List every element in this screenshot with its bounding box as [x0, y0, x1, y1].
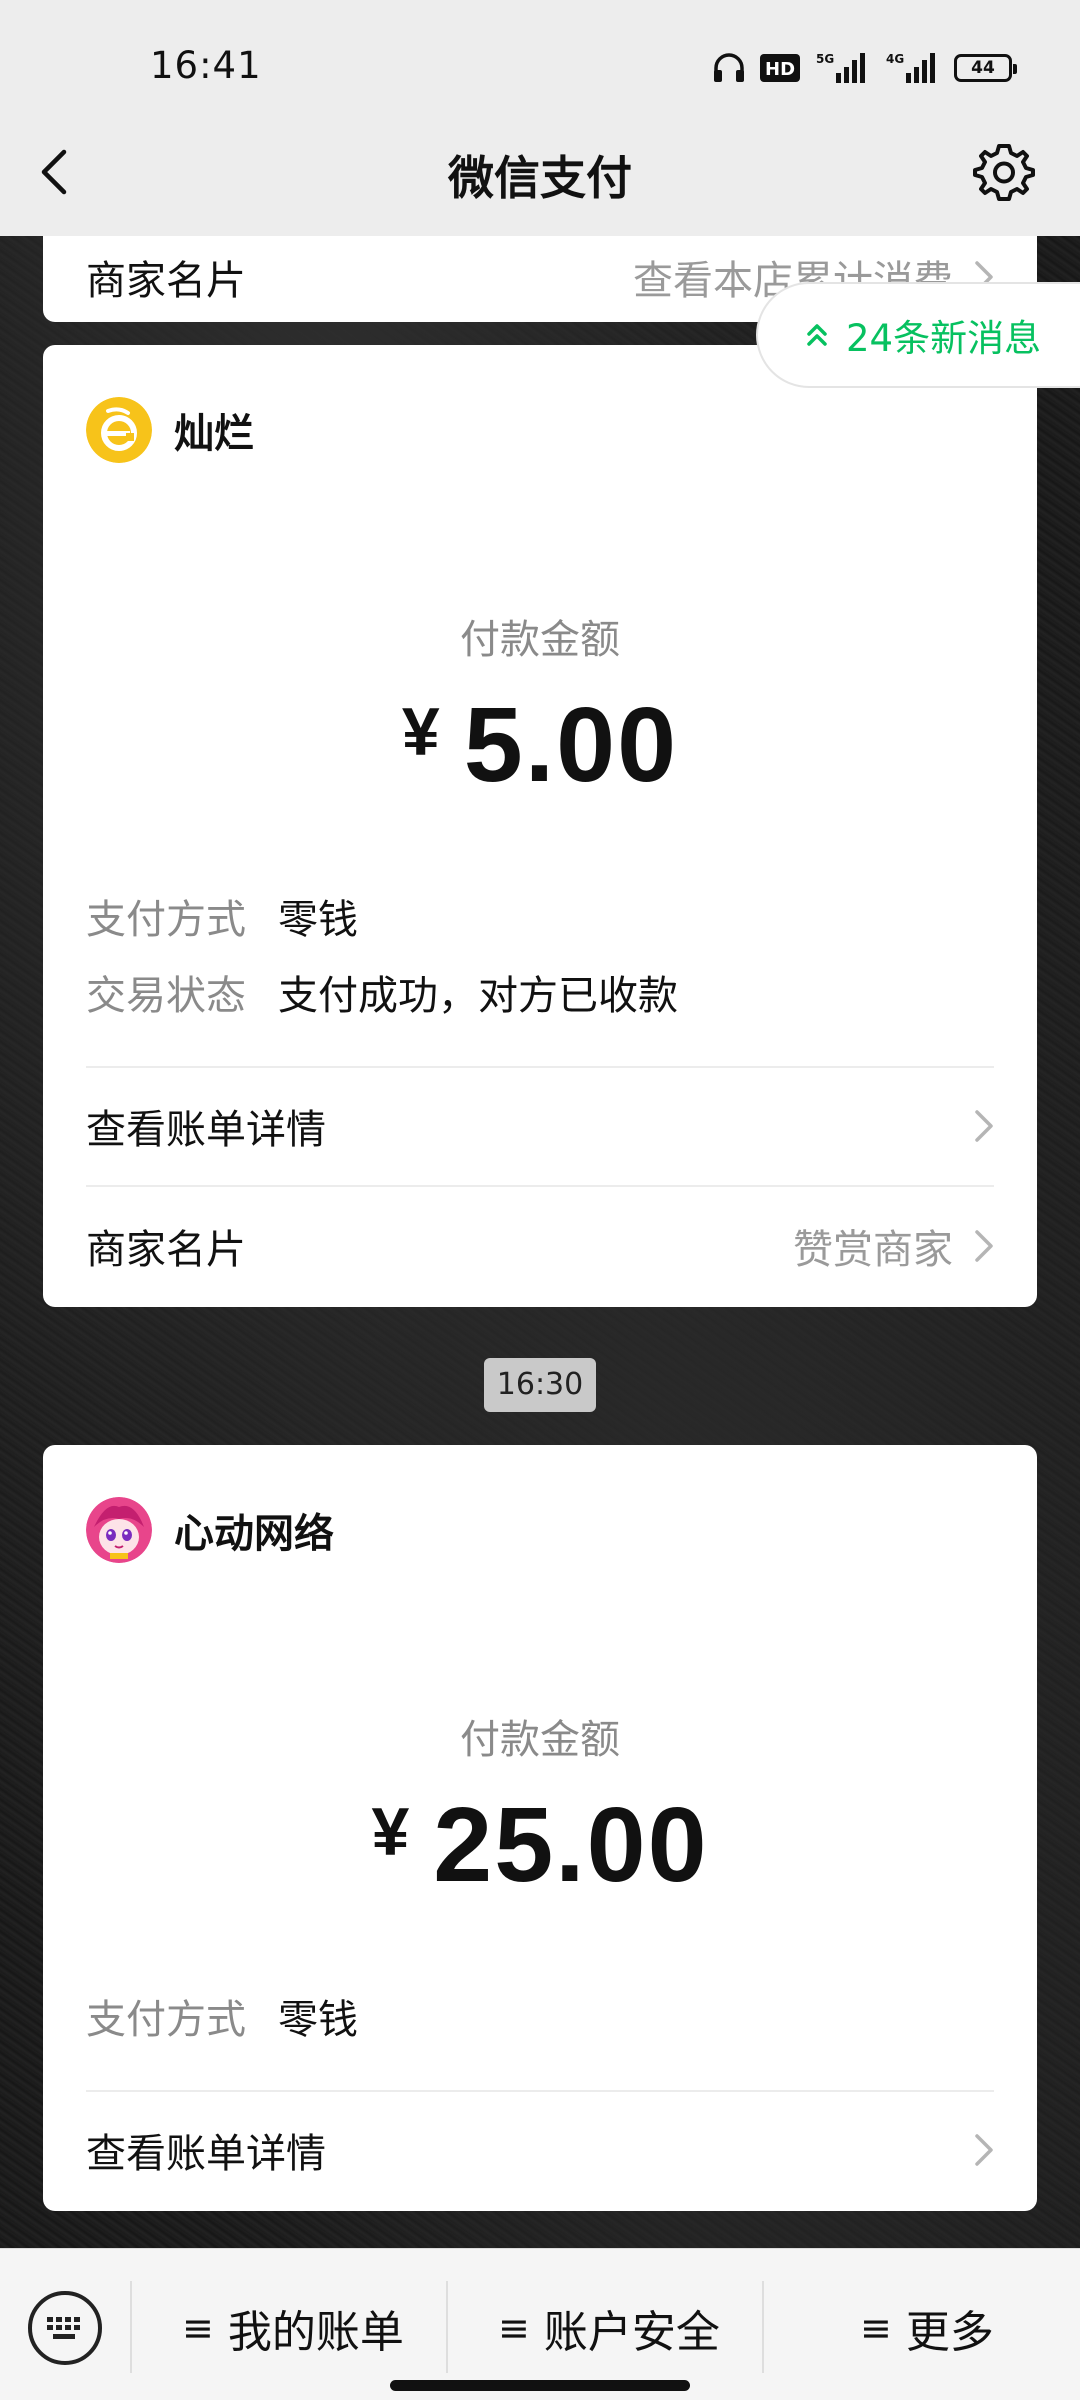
menu-divider	[130, 2281, 132, 2373]
payment-amount: ¥5.00	[43, 685, 1037, 806]
chevron-right-icon	[975, 1110, 993, 1142]
amount-label: 付款金额	[460, 617, 620, 663]
menu-account-security[interactable]: ≡ 账户安全	[498, 2293, 720, 2363]
detail-value: 支付成功，对方已收款	[278, 973, 678, 1019]
payment-card: 灿烂 付款金额 ¥5.00 支付方式 零钱 交易状态 支付成功，对方已收款 查看账单…	[43, 345, 1037, 1307]
currency-symbol: ¥	[371, 1794, 410, 1870]
4g-signal-icon: 4G	[886, 52, 935, 83]
merchant-name: 心动网络	[174, 1511, 334, 1557]
detail-key: 交易状态	[86, 973, 246, 1019]
double-chevron-up-icon	[807, 324, 827, 346]
reward-merchant-label: 赞赏商家	[793, 1227, 953, 1273]
top-bar: 16:41 HD 5G 4G 44 微信支付	[0, 0, 1080, 236]
headphones-icon	[714, 53, 744, 82]
menu-label: 账户安全	[543, 2307, 720, 2358]
menu-my-bills[interactable]: ≡ 我的账单	[182, 2293, 404, 2363]
detail-row: 交易状态 支付成功，对方已收款	[86, 963, 678, 1021]
menu-lines-icon: ≡	[860, 2306, 892, 2350]
keyboard-toggle-button[interactable]	[28, 2291, 102, 2365]
svg-text:4G: 4G	[886, 52, 904, 66]
detail-key: 支付方式	[86, 1997, 246, 2043]
merchant-name: 灿烂	[174, 411, 254, 457]
menu-divider	[762, 2281, 764, 2373]
detail-row: 支付方式 零钱	[86, 887, 358, 945]
detail-value: 零钱	[278, 897, 358, 943]
menu-label: 我的账单	[227, 2307, 404, 2358]
currency-symbol: ¥	[401, 694, 440, 770]
view-bill-label: 查看账单详情	[86, 2131, 326, 2177]
home-indicator[interactable]	[390, 2380, 690, 2391]
new-messages-text: 24条新消息	[846, 317, 1042, 360]
payment-card: 心动网络 付款金额 ¥25.00 支付方式 零钱 查看账单详情	[43, 1445, 1037, 2211]
menu-divider	[446, 2281, 448, 2373]
new-messages-button[interactable]: 24条新消息	[756, 282, 1080, 388]
bottom-menu-bar: ≡ 我的账单 ≡ 账户安全 ≡ 更多	[0, 2248, 1080, 2400]
hd-icon: HD	[760, 54, 800, 82]
detail-key: 支付方式	[86, 897, 246, 943]
5g-signal-icon: 5G	[816, 52, 865, 83]
merchant-card-label: 商家名片	[86, 1227, 246, 1273]
detail-value: 零钱	[278, 1997, 358, 2043]
menu-lines-icon: ≡	[182, 2306, 214, 2350]
payment-amount: ¥25.00	[43, 1785, 1037, 1906]
merchant-header[interactable]: 心动网络	[86, 1497, 334, 1563]
view-bill-label: 查看账单详情	[86, 1107, 326, 1153]
svg-text:HD: HD	[765, 59, 795, 80]
status-icons: HD 5G 4G 44	[712, 48, 1017, 88]
merchant-avatar	[86, 1497, 152, 1563]
gear-icon[interactable]	[972, 140, 1036, 204]
merchant-card-label: 商家名片	[86, 258, 246, 304]
keyboard-icon	[47, 2317, 80, 2339]
merchant-card-row[interactable]: 商家名片 赞赏商家	[43, 1187, 1037, 1305]
amount-label: 付款金额	[460, 1717, 620, 1763]
message-timestamp: 16:30	[484, 1358, 596, 1412]
page-title: 微信支付	[448, 151, 632, 205]
menu-more[interactable]: ≡ 更多	[860, 2293, 994, 2363]
merchant-avatar	[86, 397, 152, 463]
svg-text:5G: 5G	[816, 52, 834, 66]
view-bill-row[interactable]: 查看账单详情	[43, 2091, 1037, 2209]
menu-lines-icon: ≡	[498, 2306, 530, 2350]
chevron-right-icon	[975, 1230, 993, 1262]
menu-label: 更多	[905, 2307, 994, 2358]
battery-icon: 44	[954, 54, 1017, 82]
amount-value: 25.00	[433, 1786, 709, 1904]
amount-value: 5.00	[463, 686, 679, 804]
chevron-right-icon	[975, 2134, 993, 2166]
view-bill-row[interactable]: 查看账单详情	[43, 1067, 1037, 1185]
status-time: 16:41	[150, 44, 262, 87]
merchant-header[interactable]: 灿烂	[86, 397, 254, 463]
detail-row: 支付方式 零钱	[86, 1987, 358, 2045]
